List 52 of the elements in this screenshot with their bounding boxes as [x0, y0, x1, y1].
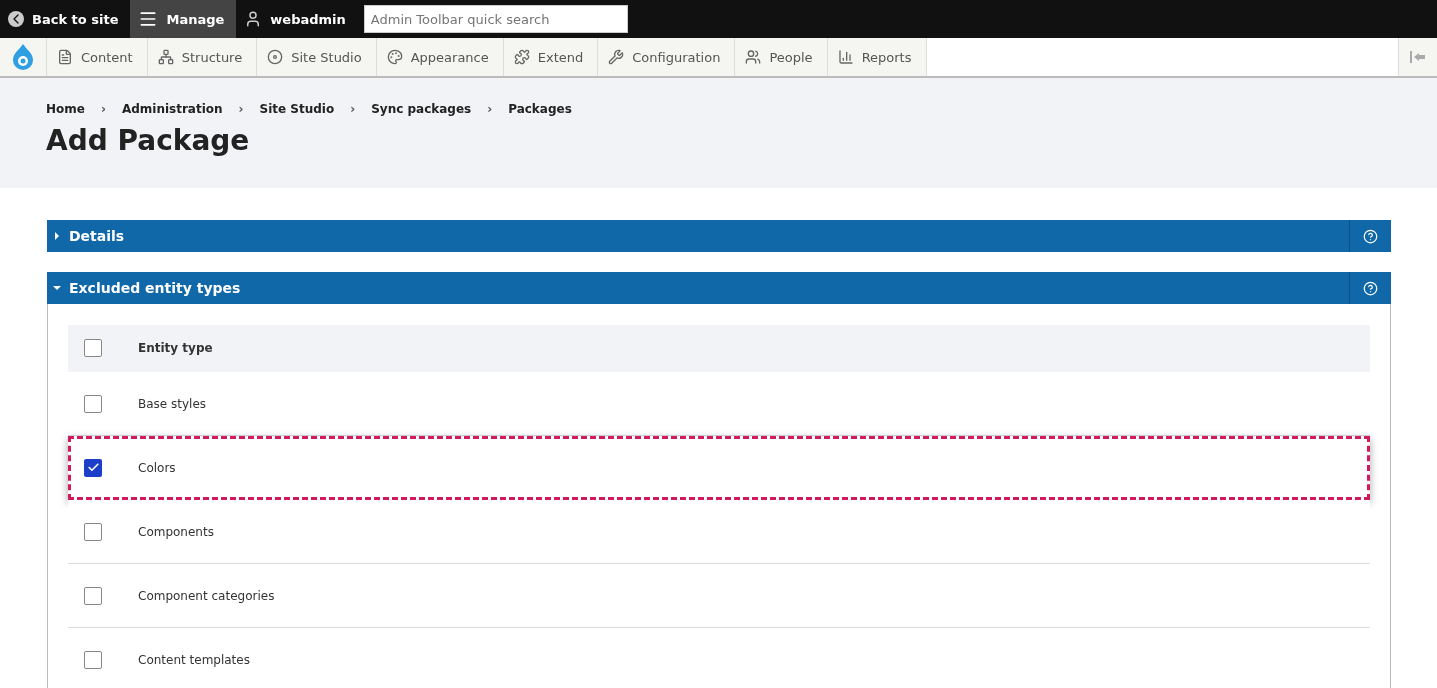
- user-menu[interactable]: webadmin: [236, 0, 358, 38]
- menu-item-icon: [386, 49, 403, 65]
- breadcrumb-link[interactable]: Packages: [508, 102, 572, 116]
- breadcrumb-separator: ›: [350, 102, 356, 116]
- menu-item-icon: [157, 49, 174, 65]
- checkbox[interactable]: [84, 458, 102, 477]
- back-icon: [8, 11, 24, 27]
- menu-item-icon: [267, 49, 284, 65]
- section-toggle[interactable]: Excluded entity types: [47, 272, 1349, 304]
- checkbox[interactable]: [84, 339, 102, 357]
- menu-item-icon: [513, 49, 530, 65]
- page-title: Add Package: [46, 124, 251, 157]
- search-field[interactable]: Admin Toolbar quick search: [363, 5, 628, 33]
- check-icon: [86, 461, 100, 474]
- breadcrumb-link[interactable]: Home: [46, 102, 85, 116]
- manage-button[interactable]: Manage: [130, 0, 237, 38]
- table-cell: Components: [138, 524, 214, 539]
- back-to-site-link[interactable]: Back to site: [0, 0, 131, 38]
- column-header: Entity type: [138, 341, 213, 355]
- checkbox[interactable]: [84, 522, 102, 541]
- breadcrumb-separator: ›: [100, 102, 106, 116]
- menu-item[interactable]: Configuration: [598, 38, 736, 76]
- menu-item[interactable]: Appearance: [376, 38, 504, 76]
- help-icon: [1363, 280, 1378, 296]
- table-cell: Component categories: [138, 588, 275, 603]
- menu-item-icon: [608, 49, 625, 65]
- menu-item-icon: [745, 49, 762, 65]
- caret-down-icon: [53, 284, 61, 292]
- breadcrumb-link[interactable]: Sync packages: [371, 102, 472, 116]
- menu-item[interactable]: Site Studio: [257, 38, 377, 76]
- menu-item-icon: [837, 49, 854, 65]
- checkbox[interactable]: [84, 394, 102, 413]
- breadcrumb-separator: ›: [238, 102, 244, 116]
- table-cell: Base styles: [138, 396, 207, 411]
- collapse-icon: [1410, 51, 1426, 63]
- breadcrumb-separator: ›: [487, 102, 493, 116]
- menu-item[interactable]: Reports: [827, 38, 927, 76]
- checkbox[interactable]: [84, 650, 102, 669]
- menu-item[interactable]: Content: [47, 38, 148, 76]
- table-cell: Content templates: [138, 652, 250, 667]
- help-icon: [1363, 228, 1378, 244]
- breadcrumb-link[interactable]: Site Studio: [259, 102, 335, 116]
- breadcrumb-link[interactable]: Administration: [121, 102, 223, 116]
- menu-item-icon: [57, 49, 73, 65]
- menu-item[interactable]: Extend: [503, 38, 599, 76]
- caret-right-icon: [53, 232, 61, 240]
- menu-item[interactable]: People: [735, 38, 828, 76]
- section-toggle[interactable]: Details: [47, 220, 1349, 252]
- table-cell: Colors: [138, 460, 176, 475]
- menu-item[interactable]: Structure: [147, 38, 258, 76]
- checkbox[interactable]: [84, 586, 102, 605]
- drop-logo-icon: [11, 43, 35, 71]
